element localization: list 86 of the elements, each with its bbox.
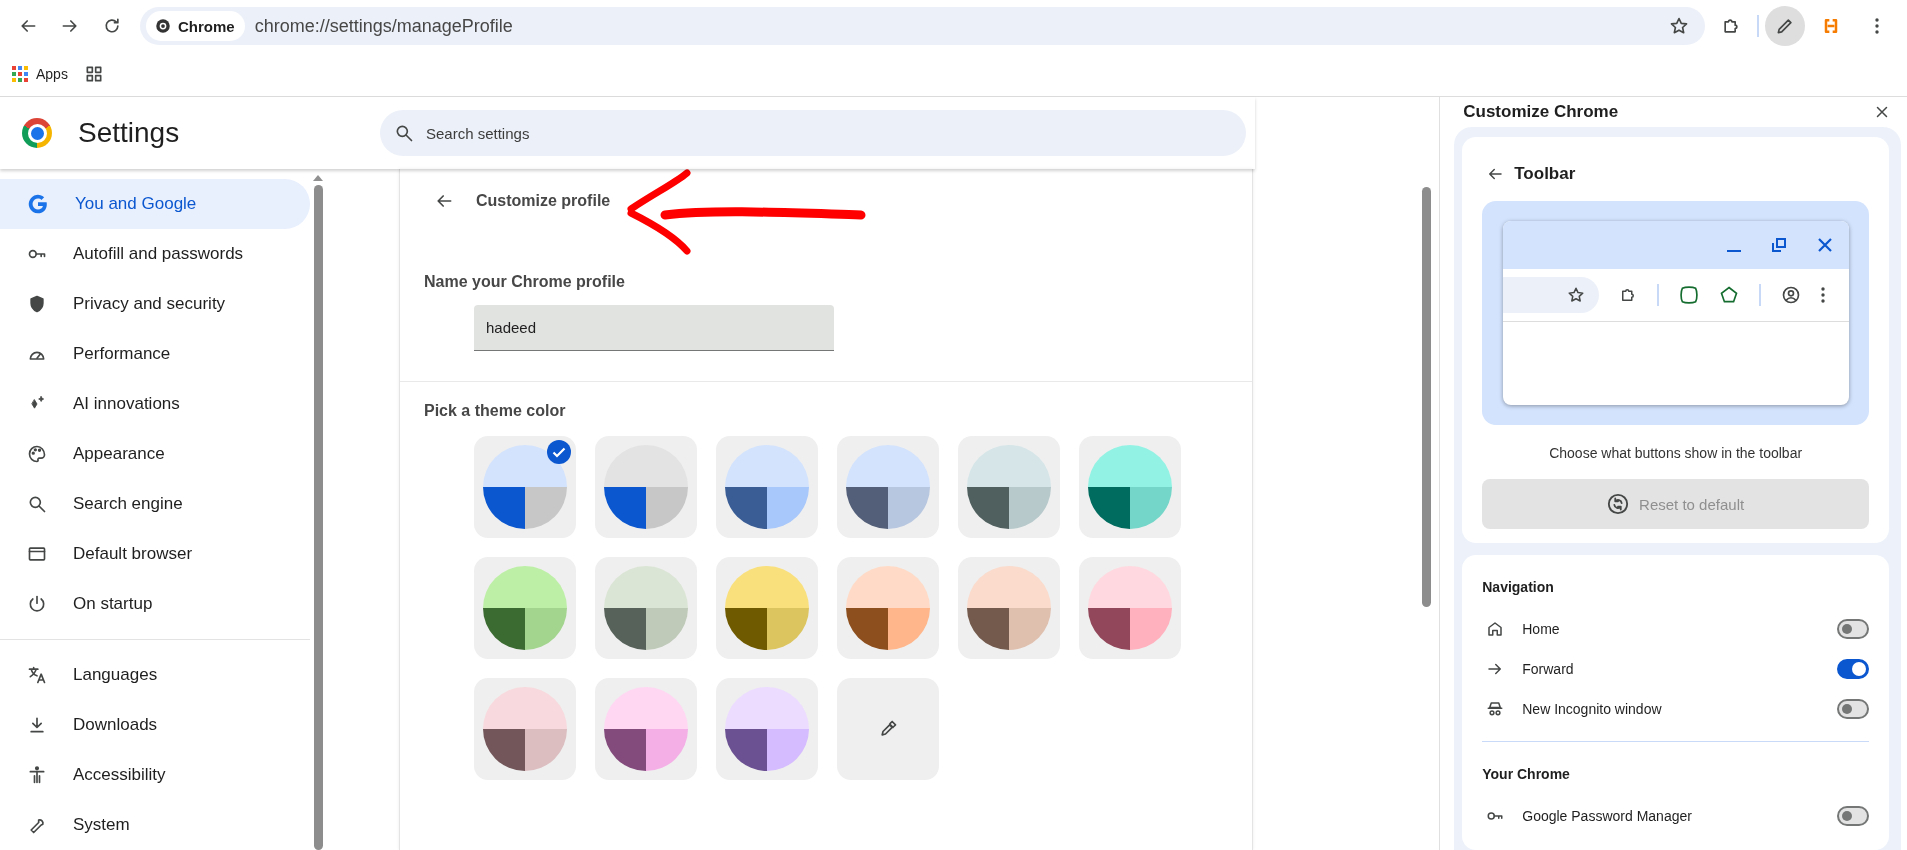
caption-text: Choose what buttons show in the toolbar xyxy=(1548,445,1804,461)
theme-color-swatch[interactable] xyxy=(837,557,939,659)
bookmark-item[interactable]: Apps xyxy=(10,64,70,84)
star-icon xyxy=(1669,16,1689,36)
theme-color-swatch[interactable] xyxy=(474,678,576,780)
sidebar-item[interactable]: Performance xyxy=(0,329,310,379)
pentagon-icon xyxy=(1719,285,1740,305)
theme-color-swatch[interactable] xyxy=(1079,436,1181,538)
url-text: chrome://settings/manageProfile xyxy=(254,15,514,37)
clover-icon xyxy=(1679,285,1700,305)
sidebar-item[interactable]: AI innovations xyxy=(0,379,310,429)
customize-button[interactable] xyxy=(1765,6,1805,46)
sidebar-item[interactable]: Accessibility xyxy=(0,750,310,800)
chrome-logo-icon xyxy=(154,17,172,35)
toggle-switch[interactable] xyxy=(1837,806,1869,826)
palette-icon xyxy=(27,444,47,464)
home-icon xyxy=(1486,620,1505,638)
puzzle-piece-icon xyxy=(1721,16,1741,36)
search-field[interactable]: Search settings xyxy=(380,110,1246,156)
sidebar-item[interactable]: Search engine xyxy=(0,479,310,529)
theme-color-swatch[interactable] xyxy=(595,557,697,659)
scrollbar[interactable] xyxy=(1422,187,1432,607)
minimize-icon xyxy=(1727,250,1741,252)
close-icon xyxy=(1817,237,1833,253)
panel-title: Customize Chrome xyxy=(1463,102,1619,122)
settings-title: Settings xyxy=(78,117,181,149)
theme-color-swatch[interactable] xyxy=(958,557,1060,659)
page-title: Customize profile xyxy=(476,192,611,210)
pencil-icon xyxy=(1775,16,1795,36)
restore-icon xyxy=(1771,237,1787,253)
theme-color-swatch[interactable] xyxy=(716,678,818,780)
toggle-label: New Incognito window xyxy=(1522,701,1663,717)
theme-color-swatch[interactable] xyxy=(595,436,697,538)
theme-color-swatch[interactable] xyxy=(474,557,576,659)
reload-icon xyxy=(102,16,122,36)
accessibility-icon xyxy=(27,765,47,785)
section-label: Name your Chrome profile xyxy=(423,273,626,291)
site-chip[interactable]: Chrome xyxy=(146,11,245,41)
sidebar-item[interactable]: Languages xyxy=(0,650,310,700)
section-label: Pick a theme color xyxy=(423,402,567,420)
theme-color-swatch[interactable] xyxy=(1079,557,1181,659)
sidebar-item[interactable]: Downloads xyxy=(0,700,310,750)
sidebar-item[interactable]: Privacy and security xyxy=(0,279,310,329)
apps-grid-icon xyxy=(12,66,28,82)
sidebar-item[interactable]: Autofill and passwords xyxy=(0,229,310,279)
sidebar-item[interactable]: On startup xyxy=(0,579,310,629)
address-bar[interactable]: Chrome chrome://settings/manageProfile xyxy=(140,7,1705,45)
toggle-label: Google Password Manager xyxy=(1522,808,1693,824)
theme-color-swatch[interactable] xyxy=(958,436,1060,538)
profile-icon xyxy=(1781,285,1802,305)
theme-color-swatch[interactable] xyxy=(716,436,818,538)
eyedropper-icon xyxy=(878,719,898,739)
translate-icon xyxy=(27,665,47,685)
toggle-label: Forward xyxy=(1522,661,1575,677)
toggle-switch[interactable] xyxy=(1837,659,1869,679)
shield-icon xyxy=(27,294,47,314)
incognito-icon xyxy=(1486,700,1505,718)
theme-color-swatch[interactable] xyxy=(474,436,576,538)
card-title: Toolbar xyxy=(1514,164,1576,184)
toggle-label: Home xyxy=(1522,621,1561,637)
toggle-switch[interactable] xyxy=(1837,619,1869,639)
power-icon xyxy=(27,594,47,614)
section-heading: Navigation xyxy=(1482,578,1555,597)
theme-color-swatch[interactable] xyxy=(837,436,939,538)
search-icon xyxy=(27,494,47,514)
custom-color-button[interactable] xyxy=(837,678,939,780)
browser-window-icon xyxy=(27,544,47,564)
sidebar-item[interactable]: You and Google xyxy=(0,179,310,229)
toggle-switch[interactable] xyxy=(1837,699,1869,719)
scrollbar[interactable] xyxy=(313,175,323,850)
sidebar-item[interactable]: System xyxy=(0,800,310,850)
sidebar-item[interactable]: Default browser xyxy=(0,529,310,579)
profile-name-field[interactable]: hadeed xyxy=(474,305,834,351)
more-vertical-icon xyxy=(1875,18,1879,34)
chrome-logo-icon xyxy=(22,118,52,148)
search-icon xyxy=(394,123,414,143)
more-vertical-icon xyxy=(1821,287,1826,303)
section-heading: Your Chrome xyxy=(1482,741,1869,796)
theme-color-swatch[interactable] xyxy=(716,557,818,659)
google-g-icon xyxy=(27,193,49,215)
checkmark-icon xyxy=(547,440,571,464)
star-icon xyxy=(1567,286,1586,304)
reset-icon xyxy=(1607,493,1630,515)
sidebar-item[interactable]: Appearance xyxy=(0,429,310,479)
download-icon xyxy=(27,715,47,735)
theme-color-swatch[interactable] xyxy=(595,678,697,780)
